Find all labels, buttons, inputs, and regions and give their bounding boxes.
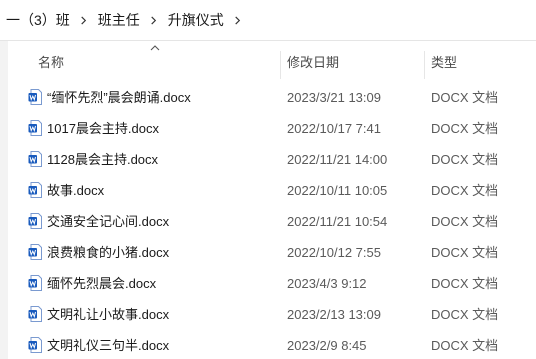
file-explorer-window: 一（3）班 班主任 升旗仪式 名称 修改日期 类型 “缅怀先烈”晨会朗诵.doc…	[0, 0, 536, 359]
file-date: 2022/10/11 10:05	[287, 183, 388, 198]
file-type: DOCX 文档	[431, 152, 499, 167]
file-type: DOCX 文档	[431, 90, 499, 105]
chevron-right-icon[interactable]	[72, 10, 96, 30]
breadcrumb-item-flag-ceremony[interactable]: 升旗仪式	[166, 10, 226, 30]
word-document-icon	[28, 151, 42, 167]
file-date: 2023/4/3 9:12	[287, 276, 367, 291]
file-type: DOCX 文档	[431, 245, 499, 260]
file-date: 2022/11/21 14:00	[287, 152, 388, 167]
file-name: “缅怀先烈”晨会朗诵.docx	[47, 90, 191, 105]
file-row[interactable]: 故事.docx 2022/10/11 10:05 DOCX 文档	[23, 175, 536, 206]
file-row[interactable]: 缅怀先烈晨会.docx 2023/4/3 9:12 DOCX 文档	[23, 268, 536, 299]
file-name: 缅怀先烈晨会.docx	[47, 276, 157, 291]
file-type: DOCX 文档	[431, 307, 499, 322]
file-list: “缅怀先烈”晨会朗诵.docx 2023/3/21 13:09 DOCX 文档 …	[23, 82, 536, 359]
file-row[interactable]: 1128晨会主持.docx 2022/11/21 14:00 DOCX 文档	[23, 144, 536, 175]
file-name: 1128晨会主持.docx	[47, 152, 159, 167]
column-divider[interactable]	[280, 51, 281, 79]
file-type: DOCX 文档	[431, 214, 499, 229]
file-row[interactable]: 浪费粮食的小猪.docx 2022/10/12 7:55 DOCX 文档	[23, 237, 536, 268]
file-date: 2022/11/21 10:54	[287, 214, 388, 229]
file-row[interactable]: “缅怀先烈”晨会朗诵.docx 2023/3/21 13:09 DOCX 文档	[23, 82, 536, 113]
file-name: 文明礼仪三句半.docx	[47, 338, 170, 353]
word-document-icon	[28, 182, 42, 198]
column-header: 名称 修改日期 类型	[23, 41, 536, 83]
column-date-modified[interactable]: 修改日期	[287, 41, 339, 83]
word-document-icon	[28, 213, 42, 229]
file-row[interactable]: 1017晨会主持.docx 2022/10/17 7:41 DOCX 文档	[23, 113, 536, 144]
word-document-icon	[28, 337, 42, 353]
file-name: 交通安全记心间.docx	[47, 214, 170, 229]
file-name: 文明礼让小故事.docx	[47, 307, 170, 322]
file-date: 2023/3/21 13:09	[287, 90, 381, 105]
file-row[interactable]: 文明礼让小故事.docx 2023/2/13 13:09 DOCX 文档	[23, 299, 536, 330]
file-date: 2023/2/9 8:45	[287, 338, 367, 353]
file-row[interactable]: 文明礼仪三句半.docx 2023/2/9 8:45 DOCX 文档	[23, 330, 536, 359]
word-document-icon	[28, 89, 42, 105]
file-type: DOCX 文档	[431, 338, 499, 353]
file-name: 浪费粮食的小猪.docx	[47, 245, 170, 260]
file-name: 故事.docx	[47, 183, 105, 198]
column-name[interactable]: 名称	[38, 41, 64, 83]
column-divider[interactable]	[424, 51, 425, 79]
breadcrumb-item-teacher[interactable]: 班主任	[96, 10, 142, 30]
file-date: 2022/10/17 7:41	[287, 121, 381, 136]
file-type: DOCX 文档	[431, 276, 499, 291]
word-document-icon	[28, 306, 42, 322]
column-type[interactable]: 类型	[431, 41, 457, 83]
file-type: DOCX 文档	[431, 121, 499, 136]
file-type: DOCX 文档	[431, 183, 499, 198]
navigation-pane-edge[interactable]	[0, 41, 8, 359]
word-document-icon	[28, 120, 42, 136]
file-date: 2023/2/13 13:09	[287, 307, 381, 322]
file-row[interactable]: 交通安全记心间.docx 2022/11/21 10:54 DOCX 文档	[23, 206, 536, 237]
word-document-icon	[28, 244, 42, 260]
breadcrumb: 一（3）班 班主任 升旗仪式	[0, 0, 536, 41]
chevron-right-icon[interactable]	[142, 10, 166, 30]
word-document-icon	[28, 275, 42, 291]
breadcrumb-item-class[interactable]: 一（3）班	[0, 10, 72, 30]
file-name: 1017晨会主持.docx	[47, 121, 159, 136]
file-date: 2022/10/12 7:55	[287, 245, 381, 260]
sort-ascending-icon	[150, 45, 160, 51]
chevron-right-icon[interactable]	[226, 10, 250, 30]
